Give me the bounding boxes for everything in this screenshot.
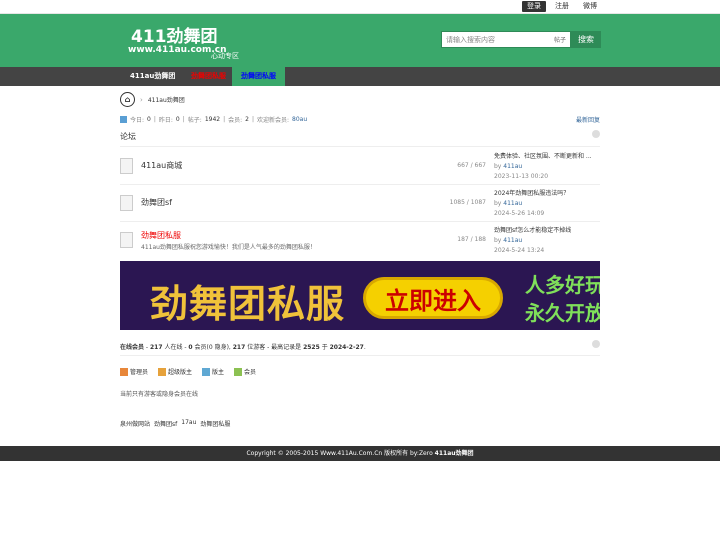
last-post-author[interactable]: 411au (503, 163, 522, 170)
last-post-date: 2024-5-26 14:09 (494, 210, 545, 217)
site-tagline: 心动专区 (211, 52, 239, 60)
stat-posts-label: 帖子: (187, 117, 202, 124)
stat-today-label: 今日: (130, 117, 145, 124)
forum-icon (120, 158, 133, 174)
forum-last-post: 免费体验、社区氛围、不断更新和 ... by 411au 2023-11-13 … (494, 152, 600, 182)
stat-yesterday-label: 昨日: (158, 117, 173, 124)
divider (120, 184, 600, 185)
weibo-link[interactable]: 微博 (578, 1, 602, 12)
member-legend: 管理员 超级版主 版主 会员 (120, 367, 256, 376)
online-members: 在线会员 - 217 人在线 - 0 会员(0 隐身), 217 位游客 - 最… (120, 344, 366, 351)
collapse-icon[interactable] (592, 340, 600, 348)
last-post-author[interactable]: 411au (503, 237, 522, 244)
forum-name[interactable]: 劲舞团sf (141, 197, 172, 208)
top-bar: 登录 注册 微博 (0, 0, 720, 14)
footer-copyright: Copyright © 2005-2015 Www.411Au.Com.Cn 版… (246, 450, 435, 457)
search-input[interactable]: 请输入搜索内容 帖子 (441, 31, 571, 48)
forum-last-post: 劲舞团sf怎么才能稳定不掉线 by 411au 2024-5-24 13:24 (494, 226, 600, 256)
main-nav: 411au劲舞团 劲舞团私服 劲舞团私服 (0, 67, 720, 86)
latest-reply-link[interactable]: 最新回复 (576, 115, 600, 124)
stat-today: 0 (147, 116, 151, 123)
forum-icon (120, 232, 133, 248)
forum-icon (120, 195, 133, 211)
banner-slogan-1: 人多好玩 (525, 273, 600, 297)
friend-link[interactable]: 劲舞团sf (154, 419, 177, 428)
ad-banner[interactable]: 劲舞团私服 立即进入 人多好玩 永久开放 (120, 261, 600, 330)
divider (120, 221, 600, 222)
moderator-icon (202, 367, 211, 376)
search-placeholder: 请输入搜索内容 (446, 35, 495, 44)
footer: Copyright © 2005-2015 Www.411Au.Com.Cn 版… (0, 446, 720, 461)
breadcrumb-separator: › (140, 95, 143, 104)
newest-member-link[interactable]: 80au (292, 116, 307, 123)
forum-description: 411au劲舞团私服祝您游戏愉快！我们是人气最多的劲舞团私服！ (141, 244, 316, 251)
forum-count: 1085 / 1087 (449, 199, 486, 206)
banner-cta-button[interactable]: 立即进入 (363, 277, 503, 319)
stat-posts: 1942 (204, 116, 221, 123)
last-post-author[interactable]: 411au (503, 200, 522, 207)
forum-name[interactable]: 劲舞团私服 (141, 230, 181, 241)
friend-links: 泉州做网站 劲舞团sf 17au 劲舞团私服 (120, 419, 230, 428)
forum-count: 187 / 188 (457, 236, 486, 243)
site-logo-title[interactable]: 411劲舞团 (131, 22, 218, 47)
breadcrumb: ⌂ › 411au劲舞团 (120, 92, 185, 107)
footer-brand[interactable]: 411au劲舞团 (435, 450, 474, 457)
forum-last-post: 2024年劲舞团私服违法吗？ by 411au 2024-5-26 14:09 (494, 189, 600, 219)
home-icon[interactable]: ⌂ (120, 92, 135, 107)
legend-admin: 管理员 (120, 367, 148, 376)
register-link[interactable]: 注册 (550, 1, 574, 12)
super-moderator-icon (158, 367, 167, 376)
last-post-date: 2024-5-24 13:24 (494, 247, 545, 254)
banner-title: 劲舞团私服 (150, 282, 346, 326)
forum-row: 劲舞团sf 1085 / 1087 (120, 189, 490, 219)
section-title: 论坛 (120, 132, 136, 141)
last-post-title[interactable]: 2024年劲舞团私服违法吗？ (494, 189, 600, 199)
site-header: 411劲舞团 www.411au.com.cn 心动专区 请输入搜索内容 帖子 … (0, 14, 720, 67)
nav-item-private-server-active[interactable]: 劲舞团私服 (232, 67, 285, 86)
forum-count: 667 / 667 (457, 162, 486, 169)
chart-icon (120, 116, 127, 123)
nav-item-home[interactable]: 411au劲舞团 (121, 67, 184, 86)
no-member-text: 当前只有游客或隐身会员在线 (120, 391, 199, 398)
forum-row: 411au商城 667 / 667 (120, 152, 490, 182)
legend-mod: 版主 (202, 367, 224, 376)
stat-members: 2 (245, 116, 249, 123)
search-button[interactable]: 搜索 (571, 31, 601, 48)
last-post-title[interactable]: 免费体验、社区氛围、不断更新和 ... (494, 152, 600, 162)
top-links: 登录 注册 微博 (522, 1, 602, 12)
stat-members-label: 会员: (228, 117, 243, 124)
last-post-title[interactable]: 劲舞团sf怎么才能稳定不掉线 (494, 226, 600, 236)
search-scope-select[interactable]: 帖子 (554, 35, 566, 44)
legend-super-mod: 超级版主 (158, 367, 192, 376)
friend-link[interactable]: 劲舞团私服 (200, 419, 230, 428)
friend-link[interactable]: 17au (181, 419, 196, 428)
forum-stats: 今日: 0 | 昨日: 0 | 帖子: 1942 | 会员: 2 | 欢迎新会员: 80au 最新… (120, 115, 600, 124)
last-post-date: 2023-11-13 00:20 (494, 173, 549, 180)
online-label[interactable]: 在线会员 (120, 344, 144, 351)
stat-yesterday: 0 (175, 116, 180, 123)
admin-icon (120, 367, 128, 376)
friend-link[interactable]: 泉州做网站 (120, 419, 150, 428)
member-icon (234, 367, 243, 376)
collapse-icon[interactable] (592, 130, 600, 138)
forum-row: 劲舞团私服 411au劲舞团私服祝您游戏愉快！我们是人气最多的劲舞团私服！ 18… (120, 226, 490, 256)
nav-item-private-server[interactable]: 劲舞团私服 (182, 67, 235, 86)
banner-slogan-2: 永久开放 (525, 301, 600, 325)
login-link[interactable]: 登录 (522, 1, 546, 12)
divider (120, 355, 600, 356)
forum-name[interactable]: 411au商城 (141, 160, 182, 171)
search-form: 请输入搜索内容 帖子 搜索 (441, 31, 601, 48)
divider (120, 146, 600, 147)
breadcrumb-label[interactable]: 411au劲舞团 (148, 95, 185, 104)
stat-welcome-label: 欢迎新会员: (257, 117, 290, 124)
legend-member: 会员 (234, 367, 256, 376)
